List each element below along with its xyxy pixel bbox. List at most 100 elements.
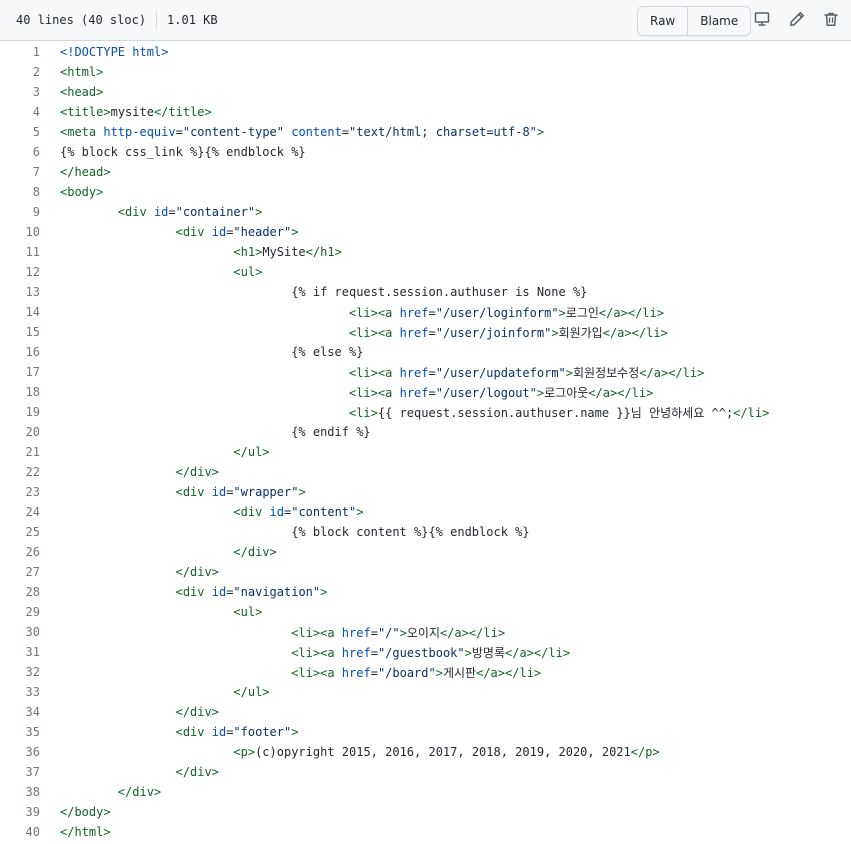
code-text: <div id="container"> <box>117 205 263 219</box>
code-text: </div> <box>233 545 277 559</box>
code-line: 17 <li><a href="/user/updateform">회원정보수정… <box>0 362 851 382</box>
line-number[interactable]: 2 <box>0 65 40 79</box>
code-text: <li><a href="/user/logout">로그아웃</a></li> <box>348 385 654 400</box>
line-number[interactable]: 34 <box>0 705 40 719</box>
code-line: 27 </div> <box>0 562 851 582</box>
file-size: 1.01 KB <box>167 13 218 27</box>
blame-button[interactable]: Blame <box>687 7 750 35</box>
code-line: 22 </div> <box>0 462 851 482</box>
line-number[interactable]: 7 <box>0 165 40 179</box>
code-text: <!DOCTYPE html> <box>60 45 169 59</box>
code-line: 7 </head> <box>0 162 851 182</box>
code-line: 15 <li><a href="/user/joinform">회원가입</a>… <box>0 322 851 342</box>
line-number[interactable]: 10 <box>0 225 40 239</box>
code-line: 30 <li><a href="/">오이지</a></li> <box>0 622 851 642</box>
line-number[interactable]: 26 <box>0 545 40 559</box>
line-number[interactable]: 8 <box>0 185 40 199</box>
code-line: 1 <!DOCTYPE html> <box>0 42 851 62</box>
code-line: 8 <body> <box>0 182 851 202</box>
line-number[interactable]: 12 <box>0 265 40 279</box>
line-number[interactable]: 6 <box>0 145 40 159</box>
line-number[interactable]: 11 <box>0 245 40 259</box>
code-line: 11 <h1>MySite</h1> <box>0 242 851 262</box>
line-number[interactable]: 3 <box>0 85 40 99</box>
line-number[interactable]: 35 <box>0 725 40 739</box>
code-text: {% if request.session.authuser is None %… <box>60 285 588 299</box>
line-number[interactable]: 19 <box>0 405 40 419</box>
line-number[interactable]: 16 <box>0 345 40 359</box>
code-text: <body> <box>60 185 104 199</box>
code-text: <p>(c)opyright 2015, 2016, 2017, 2018, 2… <box>233 745 660 759</box>
code-text: </div> <box>175 705 219 719</box>
code-line: 33 </ul> <box>0 682 851 702</box>
file-info: 40 lines (40 sloc) 1.01 KB <box>16 10 218 30</box>
line-number[interactable]: 15 <box>0 325 40 339</box>
code-text: <div id="navigation"> <box>175 585 328 599</box>
code-text: </body> <box>60 805 111 819</box>
line-number[interactable]: 28 <box>0 585 40 599</box>
line-number[interactable]: 23 <box>0 485 40 499</box>
code-line: 36 <p>(c)opyright 2015, 2016, 2017, 2018… <box>0 742 851 762</box>
pencil-icon <box>790 12 804 26</box>
line-number[interactable]: 25 <box>0 525 40 539</box>
line-number[interactable]: 38 <box>0 785 40 799</box>
line-number[interactable]: 9 <box>0 205 40 219</box>
line-number[interactable]: 29 <box>0 605 40 619</box>
line-number[interactable]: 27 <box>0 565 40 579</box>
code-text: </div> <box>117 785 162 799</box>
line-number[interactable]: 33 <box>0 685 40 699</box>
code-line: 18 <li><a href="/user/logout">로그아웃</a></… <box>0 382 851 402</box>
line-number[interactable]: 32 <box>0 665 40 679</box>
code-line: 35 <div id="footer"> <box>0 722 851 742</box>
code-text: <li><a href="/user/joinform">회원가입</a></l… <box>348 325 668 340</box>
code-line: 10 <div id="header"> <box>0 222 851 242</box>
line-number[interactable]: 20 <box>0 425 40 439</box>
line-number[interactable]: 24 <box>0 505 40 519</box>
code-text: <head> <box>60 85 104 99</box>
line-number[interactable]: 1 <box>0 45 40 59</box>
code-line: 5 <meta http-equiv="content-type" content… <box>0 122 851 142</box>
line-number[interactable]: 30 <box>0 625 40 639</box>
code-text: </div> <box>175 565 219 579</box>
code-line: 26 </div> <box>0 542 851 562</box>
line-number[interactable]: 36 <box>0 745 40 759</box>
file-header: 40 lines (40 sloc) 1.01 KB Raw Blame <box>0 0 851 41</box>
code-text: </ul> <box>233 445 270 459</box>
code-line: 23 <div id="wrapper"> <box>0 482 851 502</box>
code-text: <html> <box>60 65 104 79</box>
code-text: <div id="wrapper"> <box>175 485 306 499</box>
line-number[interactable]: 18 <box>0 385 40 399</box>
line-number[interactable]: 40 <box>0 825 40 839</box>
code-text: <h1>MySite</h1> <box>233 245 342 259</box>
line-number[interactable]: 14 <box>0 305 40 319</box>
code-text: <li><a href="/user/loginform">로그인</a></l… <box>348 305 664 320</box>
code-line: 24 <div id="content"> <box>0 502 851 522</box>
code-text: <div id="content"> <box>233 505 364 519</box>
line-number[interactable]: 31 <box>0 645 40 659</box>
line-number[interactable]: 39 <box>0 805 40 819</box>
line-number[interactable]: 5 <box>0 125 40 139</box>
code-line: 14 <li><a href="/user/loginform">로그인</a>… <box>0 302 851 322</box>
code-text: <li>{{ request.session.authuser.name }}님… <box>348 405 770 420</box>
code-line: 19 <li>{{ request.session.authuser.name … <box>0 402 851 422</box>
code-line: 12 <ul> <box>0 262 851 282</box>
edit-file-button[interactable] <box>786 8 808 30</box>
line-number[interactable]: 21 <box>0 445 40 459</box>
delete-file-button[interactable] <box>820 8 842 30</box>
raw-blame-group: Raw Blame <box>637 6 752 36</box>
code-text: <div id="header"> <box>175 225 299 239</box>
code-line: 25 {% block content %}{% endblock %} <box>0 522 851 542</box>
line-number[interactable]: 37 <box>0 765 40 779</box>
trash-icon <box>824 12 838 26</box>
line-number[interactable]: 22 <box>0 465 40 479</box>
code-text: <meta http-equiv="content-type" content=… <box>60 125 545 139</box>
line-number[interactable]: 17 <box>0 365 40 379</box>
code-text: <li><a href="/">오이지</a></li> <box>291 625 506 640</box>
code-text: <li><a href="/guestbook">방명록</a></li> <box>291 645 571 660</box>
display-rendered-button[interactable] <box>751 8 773 30</box>
line-number[interactable]: 13 <box>0 285 40 299</box>
code-line: 21 </ul> <box>0 442 851 462</box>
code-line: 31 <li><a href="/guestbook">방명록</a></li> <box>0 642 851 662</box>
raw-button[interactable]: Raw <box>638 7 687 35</box>
line-number[interactable]: 4 <box>0 105 40 119</box>
